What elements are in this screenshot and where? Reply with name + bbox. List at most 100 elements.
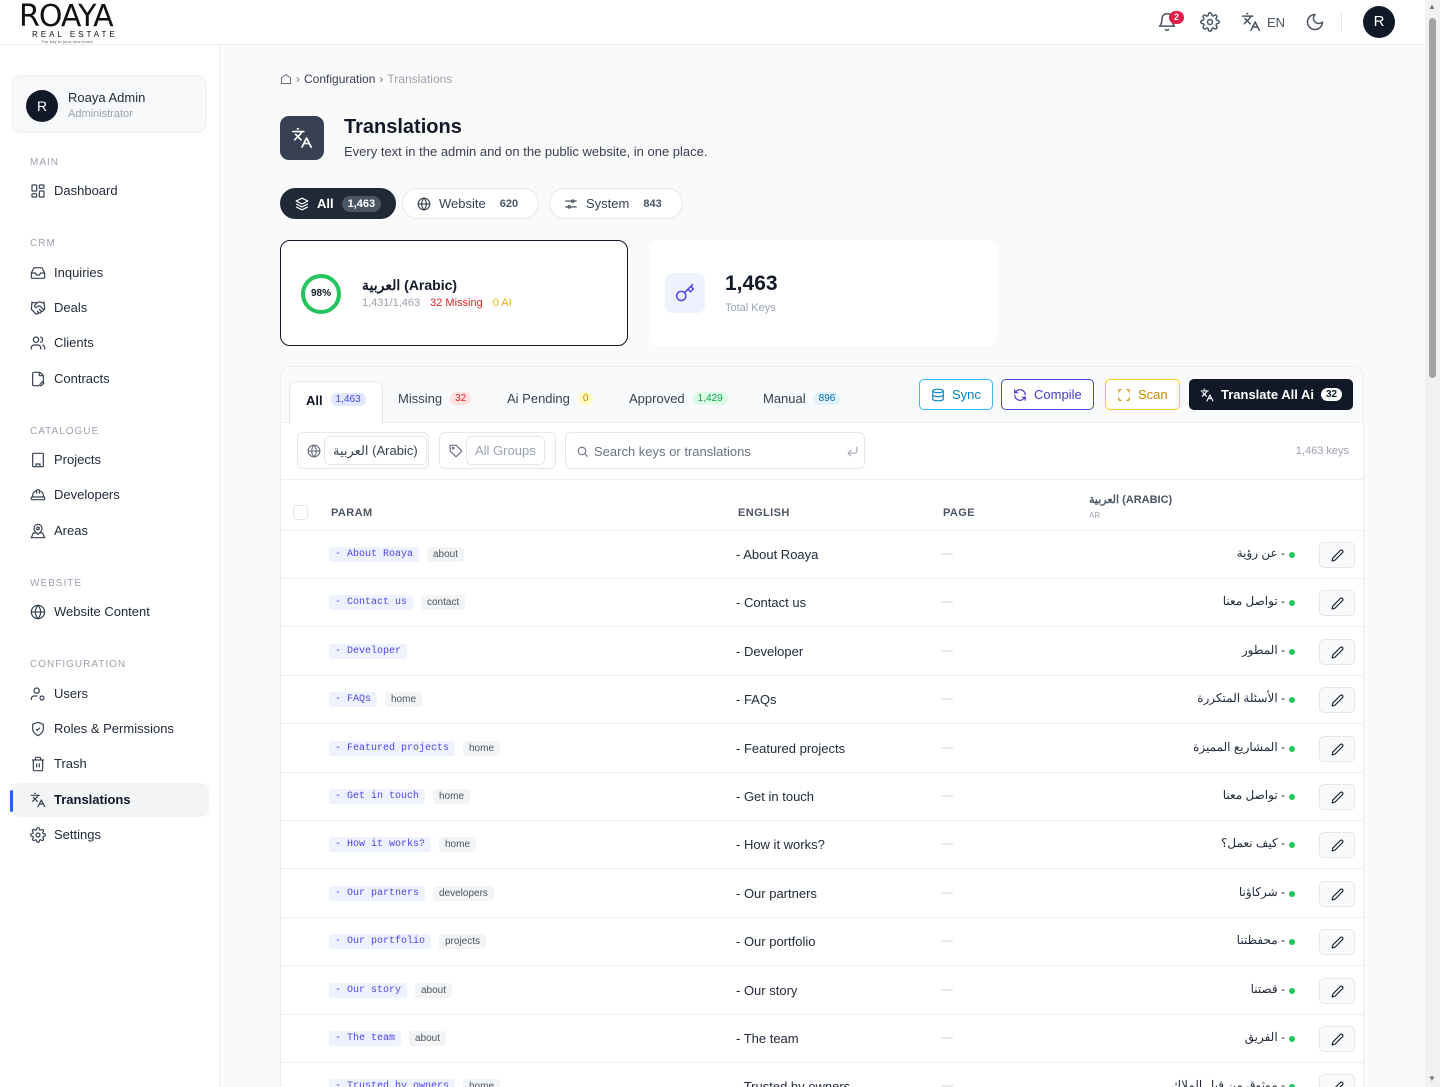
table-row[interactable]: - Contact us contact - Contact us — - تواصل …: [281, 579, 1363, 628]
breadcrumb-current: Translations: [387, 72, 453, 86]
compile-button[interactable]: Compile: [1001, 379, 1094, 410]
table-row[interactable]: - How it works? home - How it works? — - كيف…: [281, 821, 1363, 870]
english-text: - Trusted by owners: [736, 1079, 851, 1087]
edit-button[interactable]: [1319, 638, 1355, 665]
table-row[interactable]: - Get in touch home - Get in touch — - تواصل…: [281, 773, 1363, 821]
hard-hat-icon: [30, 487, 46, 503]
page-scrollbar[interactable]: ▲ ▼: [1425, 0, 1440, 1087]
tab-ai-pending[interactable]: Ai Pending 0: [491, 381, 609, 415]
scope-all[interactable]: All 1,463: [280, 188, 397, 219]
group-filter[interactable]: All Groups: [439, 432, 556, 469]
table-row[interactable]: - Developer - Developer — - المطور: [281, 628, 1363, 676]
user-cog-icon: [30, 686, 46, 702]
edit-button[interactable]: [1319, 832, 1355, 859]
enter-icon[interactable]: [846, 445, 859, 458]
table-row[interactable]: - About Roaya about - About Roaya — - عن رؤي…: [281, 531, 1363, 579]
edit-button[interactable]: [1319, 784, 1355, 810]
moon-icon[interactable]: [1305, 12, 1327, 34]
sidebar-item-dashboard[interactable]: Dashboard: [12, 174, 209, 208]
arabic-text: - محفظتنا: [1236, 933, 1285, 948]
globe-icon: [417, 196, 431, 211]
scope-website[interactable]: Website 620: [402, 188, 540, 219]
pencil-icon: [1331, 743, 1344, 756]
sidebar-item-contracts[interactable]: Contracts: [12, 362, 209, 396]
table-row[interactable]: - The team about - The team — - الفريق: [281, 1015, 1363, 1063]
sidebar-item-areas[interactable]: Areas: [12, 514, 209, 548]
file-signature-icon: [30, 371, 46, 387]
tab-approved[interactable]: Approved 1,429: [613, 381, 744, 415]
edit-button[interactable]: [1319, 687, 1355, 714]
language-switch[interactable]: EN: [1267, 15, 1285, 30]
edit-button[interactable]: [1319, 1026, 1355, 1052]
users-icon: [30, 335, 46, 351]
language-filter[interactable]: العربية (Arabic): [297, 432, 429, 469]
group-tag: about: [409, 1031, 447, 1046]
user-avatar-top[interactable]: R: [1363, 6, 1395, 38]
scope-system[interactable]: System 843: [549, 188, 683, 219]
edit-button[interactable]: [1319, 1074, 1355, 1087]
scroll-down-arrow[interactable]: ▼: [1428, 1074, 1436, 1083]
page-cell: —: [941, 594, 953, 609]
scan-button[interactable]: Scan: [1105, 379, 1180, 410]
edit-button[interactable]: [1319, 929, 1355, 956]
table-row[interactable]: - Trusted by owners home - Trusted by owne…: [281, 1063, 1363, 1087]
sidebar-item-translations[interactable]: Translations: [12, 783, 209, 817]
sidebar: R Roaya Admin Administrator MAIN Dashboa…: [0, 45, 220, 1087]
table-row[interactable]: - Our partners developers - Our partners — -…: [281, 870, 1363, 918]
header-param[interactable]: PARAM: [331, 507, 373, 519]
user-name: Roaya Admin: [68, 90, 146, 105]
search-icon: [576, 445, 589, 458]
sidebar-item-settings[interactable]: Settings: [12, 818, 209, 852]
globe-icon: [30, 604, 46, 620]
table-row[interactable]: - Our story about - Our story — - قصتنا: [281, 967, 1363, 1015]
tab-manual[interactable]: Manual 896: [747, 381, 856, 415]
brand-logo[interactable]: ROAYA REAL ESTATE The key to your new ho…: [19, 2, 129, 45]
scroll-up-arrow[interactable]: ▲: [1428, 2, 1436, 11]
header-page[interactable]: PAGE: [943, 507, 975, 519]
gear-icon[interactable]: [1200, 12, 1222, 34]
param-key: - Contact us: [329, 595, 414, 611]
edit-button[interactable]: [1319, 977, 1355, 1004]
group-select[interactable]: All Groups: [466, 436, 545, 465]
sync-button[interactable]: Sync: [919, 379, 993, 410]
edit-button[interactable]: [1319, 880, 1355, 907]
edit-button[interactable]: [1319, 735, 1355, 762]
search-box[interactable]: [565, 432, 865, 469]
group-tag: contact: [421, 595, 466, 611]
sidebar-item-website-content[interactable]: Website Content: [12, 595, 209, 629]
table-row[interactable]: - Our portfolio projects - Our portfolio — -…: [281, 918, 1363, 967]
scan-label: Scan: [1138, 387, 1168, 402]
sidebar-item-deals[interactable]: Deals: [12, 291, 209, 325]
language-progress-card[interactable]: 98% العربية (Arabic) 1,431/1,463 32 Miss…: [280, 240, 628, 346]
table-row[interactable]: - FAQs home - FAQs — - الأسئلة المتكررة: [281, 676, 1363, 725]
breadcrumb-configuration[interactable]: Configuration: [304, 72, 375, 86]
status-dot: [1289, 552, 1295, 558]
tab-all[interactable]: All 1,463: [289, 381, 383, 424]
home-icon[interactable]: [280, 73, 292, 85]
scope-count: 1,463: [341, 195, 382, 212]
select-all-checkbox[interactable]: [293, 505, 308, 520]
breadcrumb: › Configuration › Translations: [280, 71, 452, 87]
sidebar-item-trash[interactable]: Trash: [12, 747, 209, 781]
table-row[interactable]: - Featured projects home - Featured projec…: [281, 725, 1363, 773]
scroll-thumb[interactable]: [1429, 18, 1436, 378]
sidebar-item-inquiries[interactable]: Inquiries: [12, 256, 209, 290]
user-card[interactable]: R Roaya Admin Administrator: [12, 75, 207, 133]
tab-missing[interactable]: Missing 32: [382, 381, 487, 415]
header-arabic[interactable]: العربية (ARABIC): [1089, 493, 1172, 506]
sidebar-item-projects[interactable]: Projects: [12, 443, 209, 477]
sidebar-item-developers[interactable]: Developers: [12, 478, 209, 512]
translate-icon[interactable]: [1241, 12, 1263, 34]
sidebar-item-roles[interactable]: Roles & Permissions: [12, 712, 209, 746]
translate-all-ai-button[interactable]: Translate All Ai 32: [1189, 379, 1354, 410]
search-input[interactable]: [594, 441, 834, 461]
edit-button[interactable]: [1319, 542, 1355, 568]
sidebar-item-users[interactable]: Users: [12, 677, 209, 711]
scope-count: 843: [643, 197, 662, 210]
sidebar-item-label: Users: [54, 686, 88, 701]
sidebar-item-clients[interactable]: Clients: [12, 326, 209, 360]
sidebar-item-label: Website Content: [54, 604, 150, 619]
language-select[interactable]: العربية (Arabic): [324, 436, 427, 465]
header-english[interactable]: ENGLISH: [738, 507, 790, 519]
edit-button[interactable]: [1319, 590, 1355, 617]
